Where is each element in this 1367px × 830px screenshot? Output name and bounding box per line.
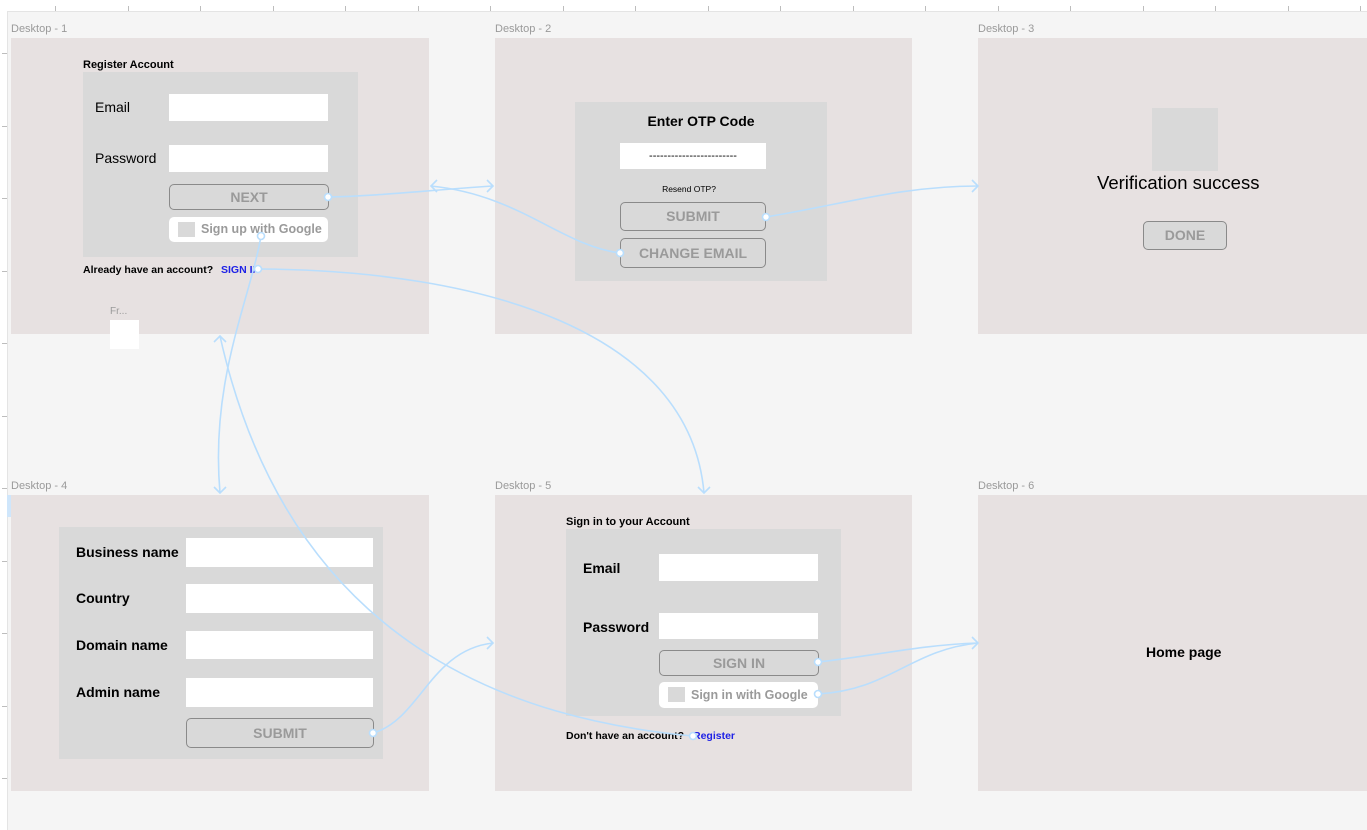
ruler-tick — [2, 53, 7, 54]
frame-desktop-2[interactable]: Enter OTP Code ------------------------ … — [495, 38, 912, 334]
frame-label-desktop-1[interactable]: Desktop - 1 — [11, 23, 67, 35]
ruler-tick — [853, 6, 854, 11]
ruler-tick — [925, 6, 926, 11]
register-panel: Email Password NEXT Sign up with Google — [83, 72, 358, 257]
otp-submit-button[interactable]: SUBMIT — [620, 202, 766, 231]
signin-password-label: Password — [583, 619, 650, 635]
frame-label-desktop-4[interactable]: Desktop - 4 — [11, 480, 67, 492]
ruler-tick — [1143, 6, 1144, 11]
arrowhead-otp — [486, 179, 495, 193]
password-label: Password — [95, 150, 157, 166]
ruler-tick — [780, 6, 781, 11]
ruler-tick — [2, 126, 7, 127]
ruler-tick — [2, 633, 7, 634]
admin-name-label: Admin name — [76, 684, 161, 700]
google-signin-label: Sign in with Google — [691, 688, 808, 702]
country-label: Country — [76, 590, 130, 606]
arrowhead-business — [213, 486, 227, 495]
ruler-tick — [2, 198, 7, 199]
register-link[interactable]: Register — [693, 730, 735, 742]
signin-email-field[interactable] — [659, 554, 818, 581]
ruler-tick — [2, 706, 7, 707]
sign-in-link[interactable]: SIGN IN — [221, 264, 260, 276]
arrowhead-register — [429, 179, 438, 193]
google-signin-button[interactable]: Sign in with Google — [659, 682, 818, 708]
ruler-tick — [1360, 6, 1361, 11]
ruler-tick — [2, 488, 7, 489]
admin-name-field[interactable] — [186, 678, 373, 707]
domain-name-label: Domain name — [76, 637, 168, 653]
change-email-button[interactable]: CHANGE EMAIL — [620, 238, 766, 268]
signin-button[interactable]: SIGN IN — [659, 650, 819, 676]
ruler-tick — [345, 6, 346, 11]
left-ruler — [0, 11, 8, 830]
ruler-tick — [563, 6, 564, 11]
frame-label-desktop-5[interactable]: Desktop - 5 — [495, 480, 551, 492]
ruler-tick — [1070, 6, 1071, 11]
frame-label-desktop-2[interactable]: Desktop - 2 — [495, 23, 551, 35]
frame-stub-label[interactable]: Fr... — [110, 306, 127, 317]
ruler-tick — [2, 343, 7, 344]
ruler-tick — [1215, 6, 1216, 11]
signin-password-field[interactable] — [659, 613, 818, 639]
top-ruler — [0, 0, 1367, 12]
verification-message: Verification success — [1097, 172, 1260, 193]
arrowhead-signin-from-business — [486, 636, 495, 650]
ruler-tick — [998, 6, 999, 11]
frame-desktop-6[interactable]: Home page — [978, 495, 1367, 791]
frame-desktop-1[interactable]: Register Account Email Password NEXT Sig… — [11, 38, 429, 334]
frame-desktop-4[interactable]: Business name Country Domain name Admin … — [11, 495, 429, 791]
frame-desktop-5[interactable]: Sign in to your Account Email Password S… — [495, 495, 912, 791]
ruler-tick — [2, 271, 7, 272]
signin-panel: Email Password SIGN IN Sign in with Goog… — [566, 529, 841, 716]
email-field[interactable] — [169, 94, 328, 121]
ruler-tick — [55, 6, 56, 11]
ruler-tick — [418, 6, 419, 11]
arrowhead-signin-frame — [697, 486, 711, 495]
email-label: Email — [95, 99, 131, 115]
ruler-tick — [2, 416, 7, 417]
otp-input[interactable]: ------------------------ — [620, 143, 766, 169]
ruler-tick — [2, 561, 7, 562]
google-signup-label: Sign up with Google — [201, 222, 322, 236]
ruler-tick — [635, 6, 636, 11]
ruler-tick — [200, 6, 201, 11]
domain-name-field[interactable] — [186, 631, 373, 659]
frame-label-desktop-6[interactable]: Desktop - 6 — [978, 480, 1034, 492]
country-field[interactable] — [186, 584, 373, 613]
ruler-tick — [1288, 6, 1289, 11]
next-button[interactable]: NEXT — [169, 184, 329, 210]
resend-otp-link[interactable]: Resend OTP? — [575, 184, 803, 194]
google-icon — [178, 222, 195, 237]
google-icon — [668, 687, 685, 702]
otp-heading: Enter OTP Code — [647, 113, 755, 129]
no-account-text: Don't have an account? — [566, 730, 685, 742]
frame-stub[interactable] — [110, 320, 139, 349]
business-name-label: Business name — [76, 544, 179, 560]
ruler-tick — [708, 6, 709, 11]
arrowhead-signup-frame — [213, 334, 227, 343]
signin-email-label: Email — [583, 560, 621, 576]
frame-label-desktop-3[interactable]: Desktop - 3 — [978, 23, 1034, 35]
home-page-title: Home page — [1146, 644, 1222, 660]
business-submit-button[interactable]: SUBMIT — [186, 718, 374, 748]
ruler-tick — [273, 6, 274, 11]
ruler-tick — [128, 6, 129, 11]
success-image-placeholder — [1152, 108, 1218, 171]
password-field[interactable] — [169, 145, 328, 172]
business-name-field[interactable] — [186, 538, 373, 567]
done-button[interactable]: DONE — [1143, 221, 1227, 250]
otp-panel: Enter OTP Code ------------------------ … — [575, 102, 827, 281]
register-heading: Register Account — [83, 59, 174, 71]
ruler-tick — [490, 6, 491, 11]
already-account-text: Already have an account? — [83, 264, 214, 276]
google-signup-button[interactable]: Sign up with Google — [169, 217, 328, 242]
frame-desktop-3[interactable]: Verification success DONE — [978, 38, 1367, 334]
ruler-tick — [2, 778, 7, 779]
signin-heading: Sign in to your Account — [566, 516, 690, 528]
business-panel: Business name Country Domain name Admin … — [59, 527, 383, 759]
